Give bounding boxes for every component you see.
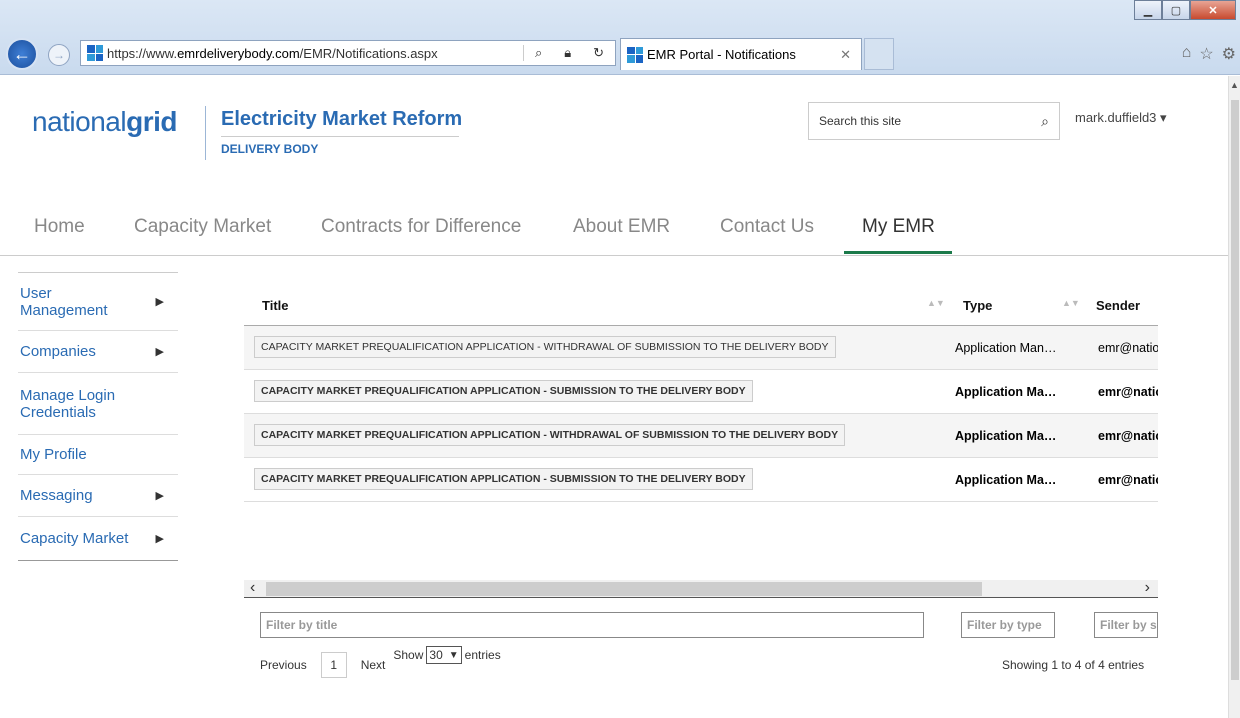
logo-divider [205,106,206,160]
notification-title[interactable]: CAPACITY MARKET PREQUALIFICATION APPLICA… [254,424,846,446]
site-favicon-icon [87,45,103,61]
lock-icon[interactable]: 🔒︎ [564,45,571,61]
notification-sender: emr@nation [1098,385,1158,399]
column-header-type[interactable]: Type [963,298,992,313]
sort-icon[interactable]: ▲▼ [927,298,945,308]
browser-tab[interactable]: EMR Portal - Notifications ✕ [620,38,862,70]
nav-about-emr[interactable]: About EMR [573,216,670,254]
address-bar[interactable]: https://www.emrdeliverybody.com/EMR/Noti… [80,40,616,66]
site-title[interactable]: Electricity Market Reform [221,108,462,131]
filter-sender-input[interactable]: Filter by s [1094,612,1158,638]
pagination: Previous 1 Next Show 30 ▼ entries [260,646,501,678]
nationalgrid-logo[interactable]: nationalgrid [32,106,177,138]
page-1-button[interactable]: 1 [320,652,347,678]
nav-home[interactable]: Home [34,216,85,254]
sort-icon[interactable]: ▲▼ [1062,298,1080,308]
forward-button[interactable]: → [48,44,70,66]
column-header-title[interactable]: Title [262,298,289,313]
entries-summary: Showing 1 to 4 of 4 entries [1002,658,1145,672]
settings-gear-icon[interactable]: ⚙ [1222,44,1236,64]
notification-type: Application Ma… [955,385,1057,399]
table-row[interactable]: CAPACITY MARKET PREQUALIFICATION APPLICA… [244,458,1158,502]
column-header-sender[interactable]: Sender [1096,298,1140,313]
table-row[interactable]: CAPACITY MARKET PREQUALIFICATION APPLICA… [244,370,1158,414]
filter-type-input[interactable]: Filter by type [961,612,1055,638]
notification-type: Application Ma… [955,473,1057,487]
home-icon[interactable]: ⌂ [1182,44,1192,64]
title-divider [221,136,459,137]
notification-type: Application Ma… [955,429,1057,443]
scroll-left-icon[interactable]: ‹ [250,579,255,597]
chevron-right-icon: ▶ [155,346,164,358]
notification-title[interactable]: CAPACITY MARKET PREQUALIFICATION APPLICA… [254,468,753,490]
sidebar-item-manage-login-credentials[interactable]: Manage Login Credentials [18,373,178,435]
nav-contracts-for-difference[interactable]: Contracts for Difference [321,216,521,254]
window-controls: ▁ ▢ ✕ [1134,0,1236,20]
url-text[interactable]: https://www.emrdeliverybody.com/EMR/Noti… [107,46,523,61]
vertical-scrollbar[interactable]: ▲ [1228,76,1240,718]
back-button[interactable]: ← [6,38,38,70]
table-header: Title ▲▼ Type ▲▼ Sender [244,286,1158,326]
favorites-star-icon[interactable]: ☆ [1199,44,1213,64]
table-row[interactable]: CAPACITY MARKET PREQUALIFICATION APPLICA… [244,326,1158,370]
scroll-up-icon[interactable]: ▲ [1230,80,1239,90]
page-size-select[interactable]: 30 ▼ [426,646,462,664]
tab-favicon-icon [627,46,643,63]
chevron-right-icon: ▶ [155,533,164,545]
browser-chrome: ▁ ▢ ✕ ← → https://www.emrdeliverybody.co… [0,0,1240,75]
search-icon[interactable]: ⌕ [1041,113,1049,130]
chevron-down-icon: ▼ [448,649,459,661]
notification-sender: emr@nation [1098,341,1158,355]
sidebar-item-my-profile[interactable]: My Profile [18,435,178,475]
tab-title: EMR Portal - Notifications [647,47,796,62]
sidebar-item-capacity-market[interactable]: Capacity Market ▶ [18,517,178,561]
close-tab-icon[interactable]: ✕ [840,47,851,63]
chevron-right-icon: ▶ [155,490,164,502]
nav-contact-us[interactable]: Contact Us [720,216,814,254]
filter-title-input[interactable]: Filter by title [260,612,924,638]
notification-sender: emr@nation [1098,473,1158,487]
notification-title[interactable]: CAPACITY MARKET PREQUALIFICATION APPLICA… [254,380,753,402]
entries-label: entries [464,648,501,662]
table-row[interactable]: CAPACITY MARKET PREQUALIFICATION APPLICA… [244,414,1158,458]
nav-my-emr[interactable]: My EMR [844,216,952,254]
new-tab-button[interactable] [864,38,894,70]
notification-type: Application Man… [955,341,1057,355]
top-navigation: Home Capacity Market Contracts for Diffe… [0,216,1228,256]
scrollbar-thumb[interactable] [266,582,982,596]
scroll-right-icon[interactable]: › [1145,579,1150,597]
refresh-icon[interactable]: ↻ [593,45,604,61]
user-menu[interactable]: mark.duffield3 ▾ [1075,110,1167,126]
minimize-button[interactable]: ▁ [1134,0,1162,20]
page-content: nationalgrid Electricity Market Reform D… [0,76,1228,718]
show-label: Show [393,648,424,662]
maximize-button[interactable]: ▢ [1162,0,1190,20]
chevron-right-icon: ▶ [155,296,164,308]
sidebar-item-user-management[interactable]: User Management ▶ [18,273,178,331]
sidebar: User Management ▶ Companies ▶ Manage Login… [18,272,178,561]
close-window-button[interactable]: ✕ [1190,0,1236,20]
next-button[interactable]: Next [361,658,386,672]
notification-title[interactable]: CAPACITY MARKET PREQUALIFICATION APPLICA… [254,336,836,358]
scrollbar-thumb[interactable] [1231,100,1239,680]
search-icon[interactable]: ⌕ [535,45,542,61]
site-subtitle: DELIVERY BODY [221,142,319,156]
notifications-table: Title ▲▼ Type ▲▼ Sender CAPACITY MARKET … [244,286,1158,502]
sidebar-item-messaging[interactable]: Messaging ▶ [18,475,178,517]
site-search-input[interactable]: Search this site ⌕ [808,102,1060,140]
horizontal-scrollbar[interactable]: ‹ › [244,579,1158,598]
sidebar-item-companies[interactable]: Companies ▶ [18,331,178,373]
notification-sender: emr@nation [1098,429,1158,443]
previous-button[interactable]: Previous [260,658,307,672]
nav-capacity-market[interactable]: Capacity Market [134,216,271,254]
search-placeholder: Search this site [819,114,902,128]
